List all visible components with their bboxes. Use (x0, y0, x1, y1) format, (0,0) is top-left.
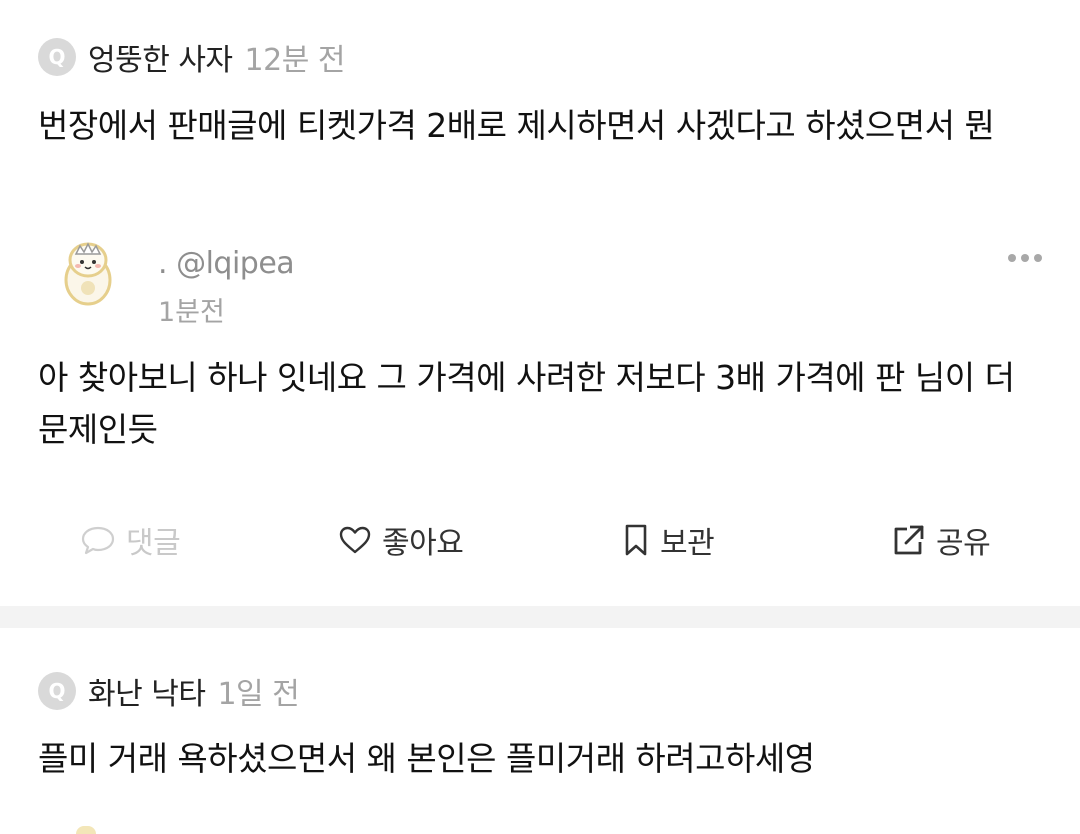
question-time: 12분 전 (244, 43, 346, 78)
avatar[interactable] (76, 826, 96, 834)
answer-handle[interactable]: . @lqipea (158, 246, 295, 281)
share-arrow-icon (892, 523, 926, 557)
question-author[interactable]: 엉뚱한 사자 (88, 35, 233, 79)
avatar-image (64, 242, 112, 306)
like-button[interactable]: 좋아요 (338, 512, 464, 568)
action-bar: 댓글 좋아요 보관 공유 (0, 512, 1080, 568)
answer-header: . @lqipea 1분전 (58, 238, 1048, 328)
question-time: 1일 전 (217, 677, 300, 712)
bookmark-icon (622, 523, 650, 557)
answer-text[interactable]: 아 찾아보니 하나 잇네요 그 가격에 사려한 저보다 3배 가격에 판 님이 … (38, 352, 1048, 456)
dot (1021, 254, 1029, 262)
section-divider (0, 606, 1080, 628)
heart-icon (338, 525, 372, 555)
comment-button[interactable]: 댓글 (80, 512, 181, 568)
avatar[interactable] (58, 238, 118, 306)
question-text[interactable]: 플미 거래 욕하셨으면서 왜 본인은 플미거래 하려고하세영 (38, 733, 1048, 785)
dot (1034, 254, 1042, 262)
question-meta: Q 화난 낙타 1일 전 (38, 669, 300, 713)
dot (1008, 254, 1016, 262)
save-button[interactable]: 보관 (622, 512, 715, 568)
question-author[interactable]: 화난 낙타 (88, 669, 206, 713)
more-dots-icon[interactable] (1002, 248, 1048, 268)
share-button[interactable]: 공유 (892, 512, 991, 568)
speech-bubble-icon (80, 525, 116, 555)
save-label: 보관 (660, 526, 715, 561)
share-label: 공유 (936, 526, 991, 561)
question-meta: Q 엉뚱한 사자 12분 전 (38, 35, 346, 79)
like-label: 좋아요 (382, 526, 464, 561)
question-badge-icon: Q (38, 672, 76, 710)
question-text[interactable]: 번장에서 판매글에 티켓가격 2배로 제시하면서 사겠다고 하셨으면서 뭔 (38, 100, 1048, 152)
question-badge-icon: Q (38, 38, 76, 76)
comment-label: 댓글 (126, 526, 181, 561)
qa-feed: Q 엉뚱한 사자 12분 전 번장에서 판매글에 티켓가격 2배로 제시하면서 … (0, 0, 1080, 834)
answer-time: 1분전 (158, 297, 225, 328)
